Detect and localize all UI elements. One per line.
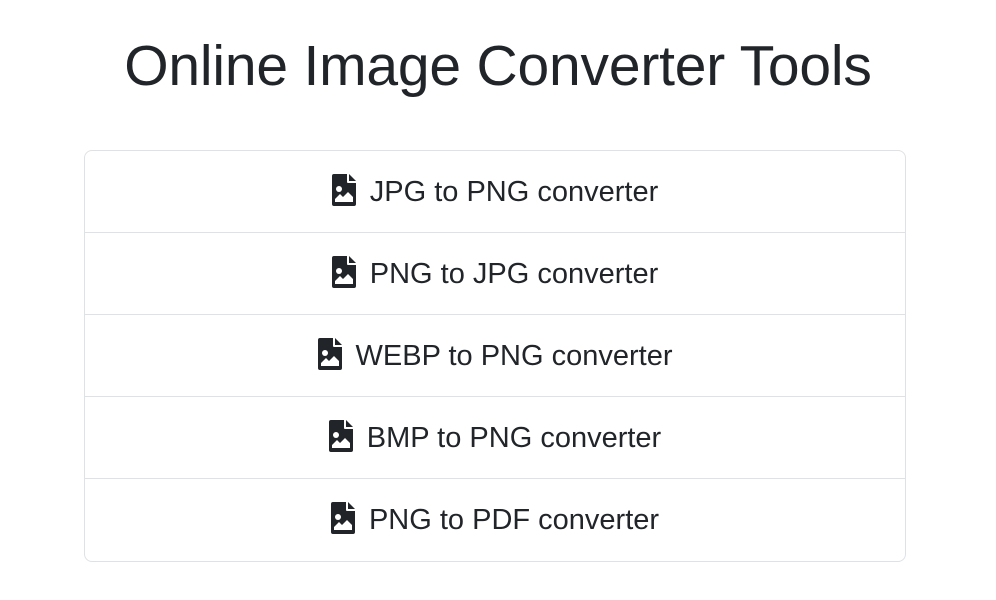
file-image-icon — [331, 173, 356, 206]
tool-label: JPG to PNG converter — [369, 175, 659, 208]
tool-item-jpg-to-png[interactable]: JPG to PNG converter — [85, 151, 905, 233]
tool-label: WEBP to PNG converter — [355, 339, 673, 372]
converter-tool-list: JPG to PNG converter PNG to JPG converte… — [84, 150, 906, 562]
file-image-icon — [317, 337, 342, 370]
file-image-icon — [328, 419, 353, 452]
tool-item-bmp-to-png[interactable]: BMP to PNG converter — [85, 397, 905, 479]
file-image-icon — [330, 502, 355, 534]
tool-item-png-to-pdf[interactable]: PNG to PDF converter — [85, 479, 905, 561]
tool-label: PNG to JPG converter — [369, 257, 659, 290]
tool-item-png-to-jpg[interactable]: PNG to JPG converter — [85, 233, 905, 315]
page-title: Online Image Converter Tools — [124, 34, 872, 98]
tool-item-webp-to-png[interactable]: WEBP to PNG converter — [85, 315, 905, 397]
tool-label: PNG to PDF converter — [368, 504, 660, 536]
file-image-icon — [331, 255, 356, 288]
tool-label: BMP to PNG converter — [366, 421, 662, 454]
